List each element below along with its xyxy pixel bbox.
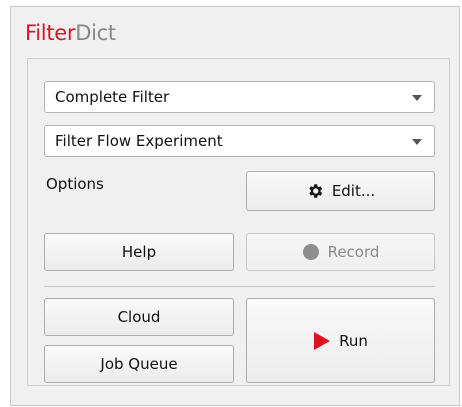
run-button[interactable]: Run (246, 298, 435, 383)
gear-icon (306, 182, 324, 200)
job-queue-button[interactable]: Job Queue (44, 345, 234, 383)
chevron-down-icon (412, 139, 422, 145)
cloud-button-label: Cloud (117, 308, 161, 326)
experiment-select-value: Filter Flow Experiment (55, 132, 223, 150)
job-queue-button-label: Job Queue (100, 355, 178, 373)
options-label: Options (46, 175, 104, 193)
panel-title-dict: Dict (75, 21, 116, 45)
help-button[interactable]: Help (44, 233, 234, 271)
cloud-button[interactable]: Cloud (44, 298, 234, 336)
record-button[interactable]: Record (246, 233, 435, 271)
experiment-select[interactable]: Filter Flow Experiment (44, 125, 435, 157)
record-button-label: Record (327, 243, 380, 261)
record-dot-icon (302, 243, 320, 261)
help-button-label: Help (121, 243, 157, 261)
filter-select-value: Complete Filter (55, 88, 170, 106)
play-icon (313, 331, 331, 351)
run-button-label: Run (339, 331, 368, 350)
edit-button-label: Edit... (331, 182, 376, 200)
panel-title-filter: Filter (25, 21, 76, 45)
edit-button[interactable]: Edit... (246, 171, 435, 211)
chevron-down-icon (412, 95, 422, 101)
panel-title: FilterDict (25, 19, 116, 47)
filter-select[interactable]: Complete Filter (44, 81, 435, 113)
divider (44, 286, 435, 287)
